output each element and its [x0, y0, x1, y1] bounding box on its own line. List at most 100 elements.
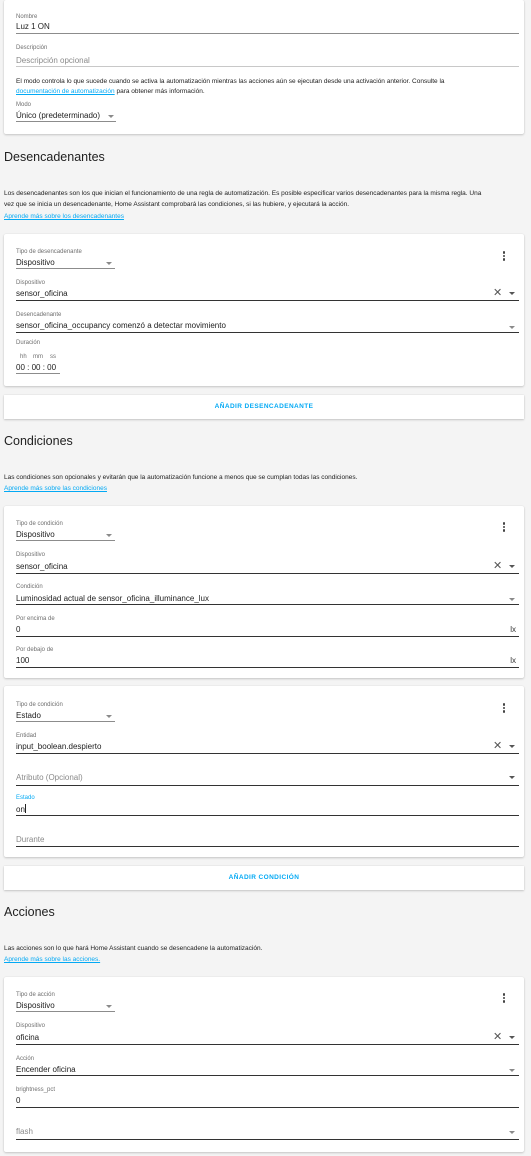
- condition-condition-underline: [16, 604, 519, 605]
- action-action-underline: [16, 1075, 519, 1076]
- attribute-dropdown-icon: [509, 776, 515, 779]
- below-input[interactable]: 100 lx: [4, 653, 524, 667]
- above-value: 0: [16, 625, 21, 634]
- trigger-type-underline: [16, 268, 115, 269]
- attribute-select[interactable]: Atributo (Opcional): [4, 769, 524, 785]
- condition-device-value: sensor_oficina: [16, 562, 68, 571]
- action-type-select[interactable]: Dispositivo: [4, 998, 117, 1012]
- brightness-underline: [16, 1107, 519, 1108]
- action-device-value: oficina: [16, 1033, 40, 1042]
- description-underline: [16, 66, 519, 67]
- duration-label: Duración: [16, 340, 41, 346]
- trigger-device-value: sensor_oficina: [16, 289, 68, 298]
- action-type-dropdown-icon: [106, 1005, 112, 1008]
- state-condition-type-select[interactable]: Estado: [4, 708, 117, 722]
- trigger-event-select[interactable]: sensor_oficina_occupancy comenzó a detec…: [4, 318, 524, 332]
- conditions-learn-link[interactable]: Aprende más sobre las condiciones: [4, 485, 107, 492]
- condition-device-clear-icon[interactable]: ✕: [493, 561, 502, 572]
- action-menu-icon[interactable]: [499, 992, 509, 1004]
- entity-dropdown-icon[interactable]: [509, 745, 515, 748]
- condition-device-select[interactable]: sensor_oficina: [4, 558, 524, 572]
- for-placeholder: Durante: [16, 835, 45, 844]
- brightness-value: 0: [16, 1096, 21, 1105]
- brightness-input[interactable]: 0: [4, 1093, 524, 1107]
- name-value: Luz 1 ON: [16, 22, 50, 31]
- trigger-device-dropdown-icon[interactable]: [509, 292, 515, 295]
- trigger-device-clear-icon[interactable]: ✕: [493, 288, 502, 299]
- state-condition-menu-icon[interactable]: [499, 702, 509, 714]
- trigger-event-underline: [16, 332, 519, 333]
- automation-settings-card: Nombre Luz 1 ON Descripción Descripción …: [4, 0, 524, 134]
- action-action-select[interactable]: Encender oficina: [4, 1062, 524, 1076]
- condition-card-device: Tipo de condición Dispositivo Dispositiv…: [4, 506, 524, 678]
- above-underline: [16, 636, 519, 637]
- duration-hours-label: hh: [20, 354, 27, 360]
- state-condition-type-value: Estado: [16, 711, 41, 720]
- condition-type-select[interactable]: Dispositivo: [4, 527, 117, 541]
- actions-learn-link[interactable]: Aprende más sobre las acciones.: [4, 956, 100, 963]
- entity-clear-icon[interactable]: ✕: [493, 741, 502, 752]
- above-input[interactable]: 0 lx: [4, 622, 524, 636]
- entity-value: input_boolean.despierto: [16, 742, 102, 751]
- action-card: Tipo de acción Dispositivo Dispositivo o…: [4, 977, 524, 1152]
- action-device-dropdown-icon[interactable]: [509, 1036, 515, 1039]
- flash-underline: [16, 1139, 519, 1140]
- action-device-clear-icon[interactable]: ✕: [493, 1032, 502, 1043]
- mode-dropdown-icon: [108, 115, 114, 118]
- condition-menu-icon[interactable]: [499, 521, 509, 533]
- condition-condition-select[interactable]: Luminosidad actual de sensor_oficina_ill…: [4, 590, 524, 604]
- actions-text: Las acciones son lo que hará Home Assist…: [4, 945, 263, 952]
- duration-value: 00 : 00 : 00: [16, 363, 57, 372]
- trigger-device-underline: [16, 300, 519, 301]
- trigger-type-dropdown-icon: [106, 262, 112, 265]
- entity-select[interactable]: input_boolean.despierto: [4, 739, 524, 753]
- conditions-text: Las condiciones son opcionales y evitará…: [4, 474, 358, 481]
- triggers-learn-link[interactable]: Aprende más sobre los desencadenantes: [4, 213, 124, 220]
- automation-docs-link[interactable]: documentación de automatización: [16, 88, 115, 95]
- actions-heading: Acciones: [4, 905, 55, 919]
- above-unit: lx: [510, 625, 516, 634]
- duration-minutes-label: mm: [33, 354, 43, 360]
- state-condition-type-underline: [16, 721, 115, 722]
- condition-condition-dropdown-icon: [509, 598, 515, 601]
- action-device-select[interactable]: oficina: [4, 1029, 524, 1043]
- condition-condition-value: Luminosidad actual de sensor_oficina_ill…: [16, 594, 210, 603]
- trigger-menu-icon[interactable]: [499, 250, 509, 262]
- below-unit: lx: [510, 656, 516, 665]
- description-placeholder: Descripción opcional: [16, 56, 90, 65]
- trigger-card: Tipo de desencadenante Dispositivo Dispo…: [4, 234, 524, 386]
- mode-select[interactable]: Único (predeterminado): [4, 108, 119, 122]
- below-underline: [16, 667, 519, 668]
- entity-underline: [16, 753, 519, 754]
- duration-input[interactable]: 00 : 00 : 00: [4, 361, 64, 373]
- conditions-heading: Condiciones: [4, 434, 73, 448]
- duration-underline: [16, 373, 60, 374]
- condition-device-underline: [16, 573, 519, 574]
- for-input[interactable]: Durante: [4, 831, 524, 847]
- condition-type-underline: [16, 540, 115, 541]
- name-field[interactable]: Luz 1 ON: [4, 20, 524, 34]
- text-cursor: [25, 804, 27, 813]
- for-underline: [16, 846, 519, 847]
- mode-help-text-end: para obtener más información.: [116, 88, 205, 95]
- action-type-value: Dispositivo: [16, 1001, 55, 1010]
- trigger-type-select[interactable]: Dispositivo: [4, 255, 117, 269]
- flash-select[interactable]: flash: [4, 1123, 524, 1139]
- description-field[interactable]: Descripción opcional: [4, 52, 524, 66]
- state-input[interactable]: on: [4, 801, 524, 815]
- trigger-device-select[interactable]: sensor_oficina: [4, 286, 524, 300]
- mode-help-text: El modo controla lo que sucede cuando se…: [16, 77, 445, 87]
- add-condition-button[interactable]: Añadir condición: [4, 866, 524, 890]
- state-underline: [16, 815, 519, 816]
- state-value-wrap: on: [16, 804, 27, 814]
- flash-placeholder: flash: [16, 1127, 33, 1136]
- add-trigger-button[interactable]: Añadir desencadenante: [4, 395, 524, 419]
- trigger-event-value: sensor_oficina_occupancy comenzó a detec…: [16, 321, 226, 330]
- triggers-text-line2: vez que se inicia un desencadenante, Hom…: [4, 201, 350, 208]
- action-action-dropdown-icon: [509, 1069, 515, 1072]
- mode-value: Único (predeterminado): [16, 111, 101, 120]
- condition-card-state: Tipo de condición Estado Entidad input_b…: [4, 686, 524, 857]
- condition-device-dropdown-icon[interactable]: [509, 565, 515, 568]
- mode-help-text-start: El modo controla lo que sucede cuando se…: [16, 78, 445, 85]
- trigger-type-value: Dispositivo: [16, 258, 55, 267]
